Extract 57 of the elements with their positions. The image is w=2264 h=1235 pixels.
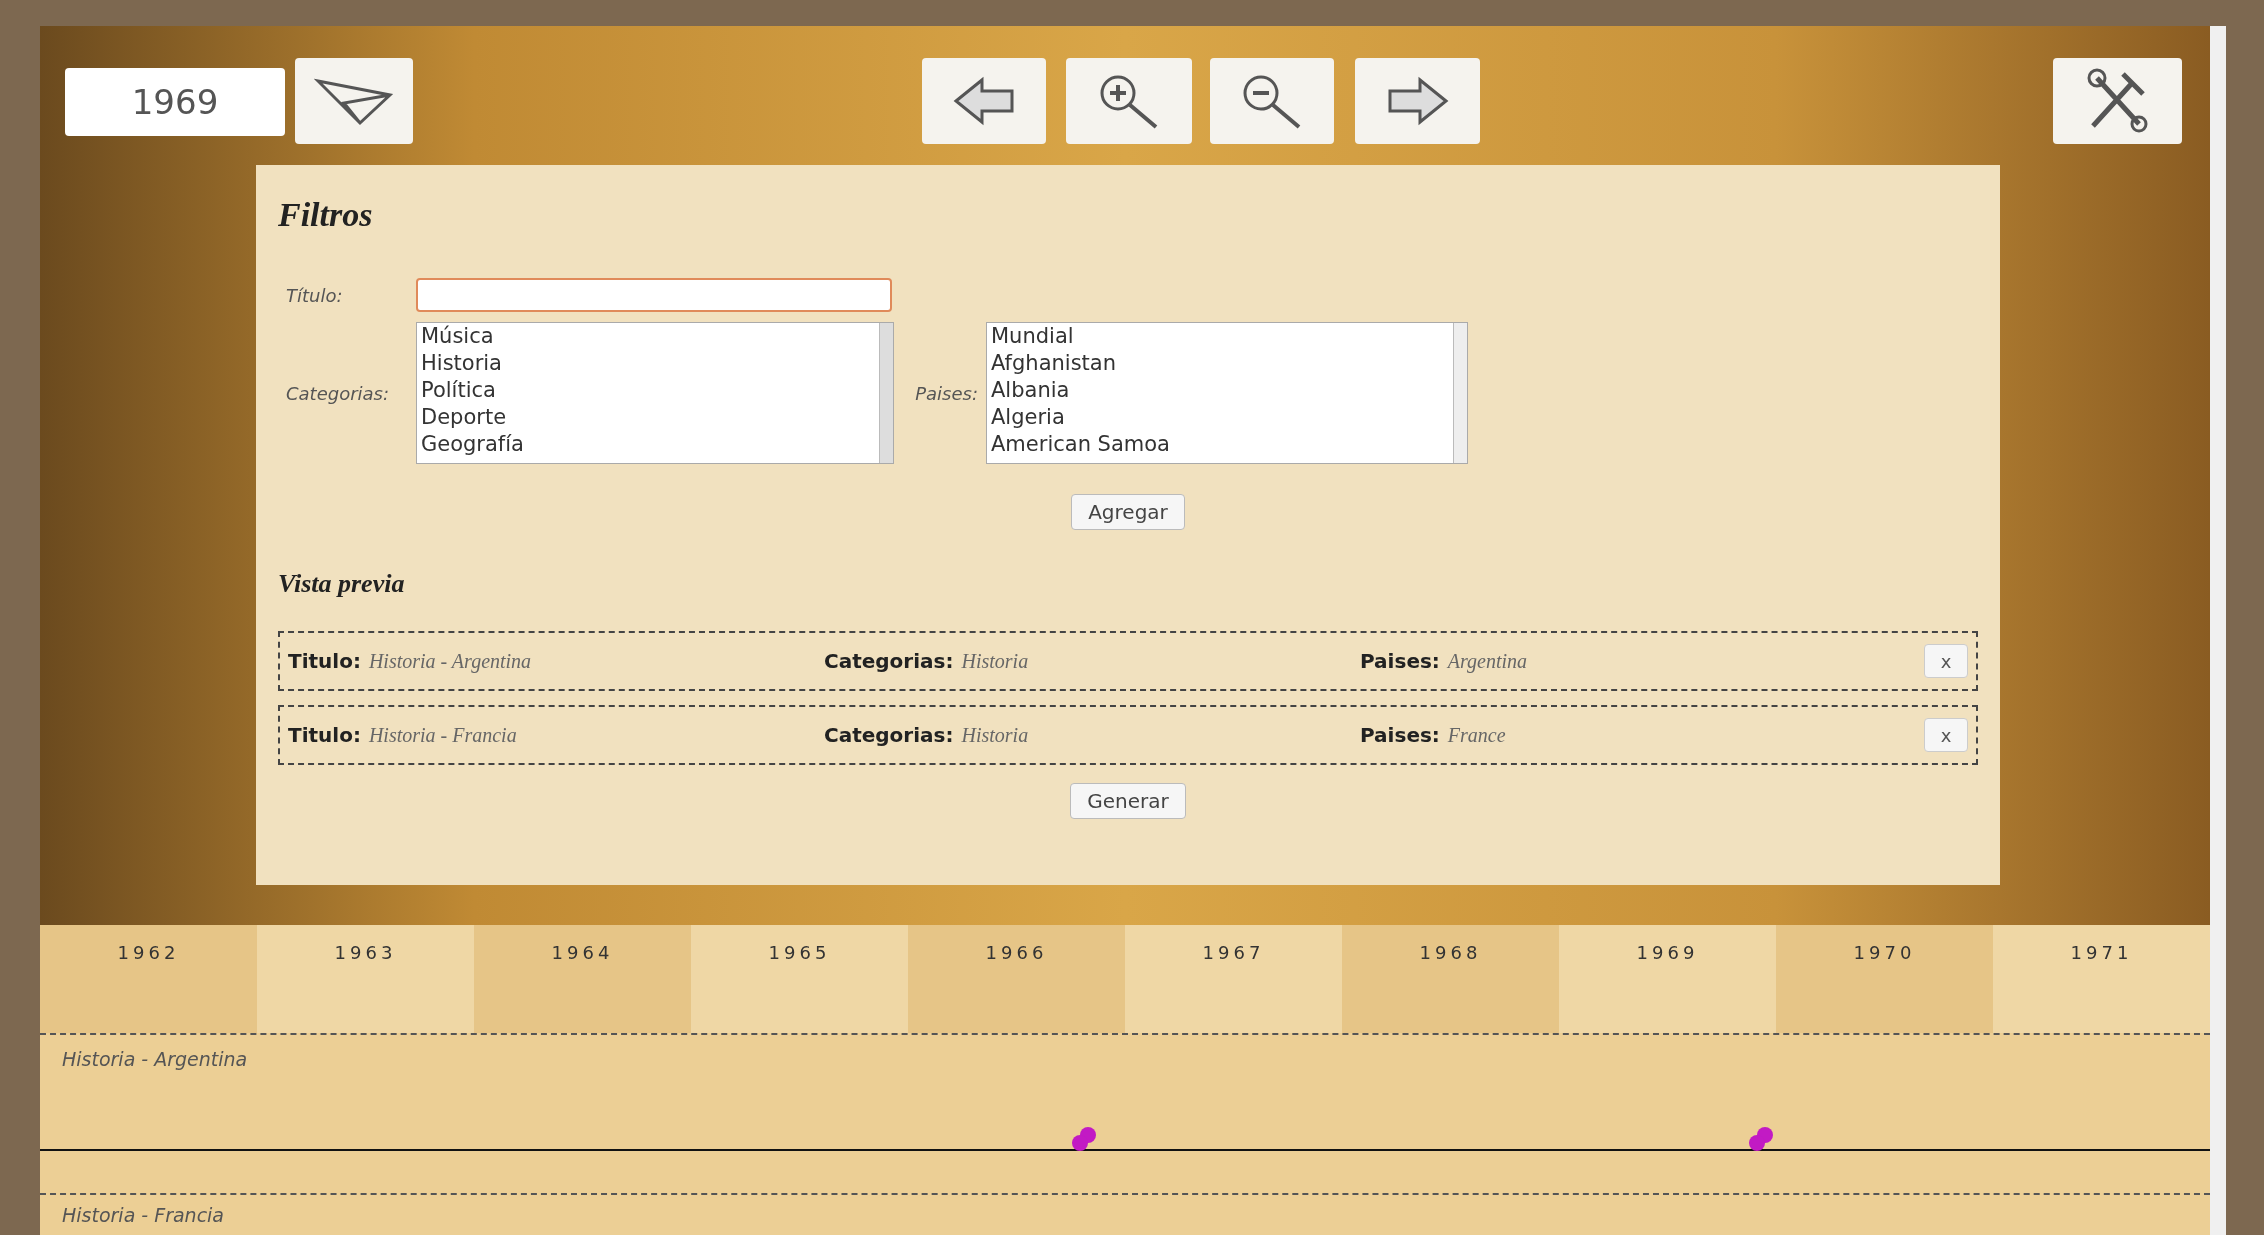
year-label: 1968 xyxy=(1419,941,1482,965)
list-option[interactable]: American Samoa xyxy=(991,431,1449,458)
add-button[interactable]: Agregar xyxy=(1071,494,1185,530)
list-option[interactable]: Deporte xyxy=(421,404,875,431)
year-field[interactable]: 1969 xyxy=(65,68,285,136)
year-label: 1969 xyxy=(1636,941,1699,965)
forward-button[interactable] xyxy=(1355,58,1480,144)
year-label: 1966 xyxy=(985,941,1048,965)
field-value: Historia xyxy=(961,723,1029,748)
field-value: Argentina xyxy=(1447,649,1528,675)
scrollbar[interactable] xyxy=(879,323,893,463)
left-arrow-icon xyxy=(952,76,1016,126)
tools-button[interactable] xyxy=(2053,58,2182,144)
field-value: Historia - Argentina xyxy=(368,649,532,675)
section-title: Vista previa xyxy=(278,568,406,600)
year-label: 1970 xyxy=(1853,941,1916,965)
list-option[interactable]: Albania xyxy=(991,377,1449,404)
list-option[interactable]: Geografía xyxy=(421,431,875,458)
scrollbar[interactable] xyxy=(2210,26,2226,1235)
field-label: Categorias: xyxy=(285,381,391,406)
remove-button[interactable]: x xyxy=(1924,644,1968,678)
year-label: 1971 xyxy=(2070,941,2133,965)
field-label: Titulo: xyxy=(288,648,361,675)
year-label: 1963 xyxy=(334,941,397,965)
field-label: Paises: xyxy=(1360,722,1440,749)
year-label: 1965 xyxy=(768,941,831,965)
list-option[interactable]: Mundial xyxy=(991,323,1449,350)
list-option[interactable]: Afghanistan xyxy=(991,350,1449,377)
zoom-out-button[interactable] xyxy=(1210,58,1334,144)
back-button[interactable] xyxy=(922,58,1046,144)
field-value: France xyxy=(1447,723,1506,748)
field-label: Categorias: xyxy=(824,648,954,675)
field-value: Historia - Francia xyxy=(368,723,517,748)
list-option[interactable]: Historia xyxy=(421,350,875,377)
field-label: Paises: xyxy=(914,381,979,406)
list-option[interactable]: Política xyxy=(421,377,875,404)
year-label: 1967 xyxy=(1202,941,1265,965)
countries-listbox[interactable]: Mundial Afghanistan Albania Algeria American Samoa xyxy=(986,322,1468,464)
track-label: Historia - Francia xyxy=(62,1203,224,1228)
field-label: Título: xyxy=(285,283,344,308)
list-option[interactable]: Música xyxy=(421,323,875,350)
track-label: Historia - Argentina xyxy=(62,1047,248,1072)
scrollbar[interactable] xyxy=(1453,323,1467,463)
zoom-in-button[interactable] xyxy=(1066,58,1192,144)
field-value: Historia xyxy=(961,649,1029,674)
paper-plane-button[interactable] xyxy=(295,58,413,144)
generate-button[interactable]: Generar xyxy=(1070,783,1186,819)
categories-listbox[interactable]: Música Historia Política Deporte Geografía xyxy=(416,322,894,464)
field-label: Paises: xyxy=(1360,648,1440,675)
year-label: 1964 xyxy=(551,941,614,965)
remove-button[interactable]: x xyxy=(1924,718,1968,752)
panel-title: Filtros xyxy=(278,195,374,235)
field-label: Categorias: xyxy=(824,722,954,749)
title-input[interactable] xyxy=(416,278,892,312)
list-option[interactable]: Algeria xyxy=(991,404,1449,431)
field-label: Titulo: xyxy=(288,722,361,749)
year-label: 1962 xyxy=(117,941,180,965)
